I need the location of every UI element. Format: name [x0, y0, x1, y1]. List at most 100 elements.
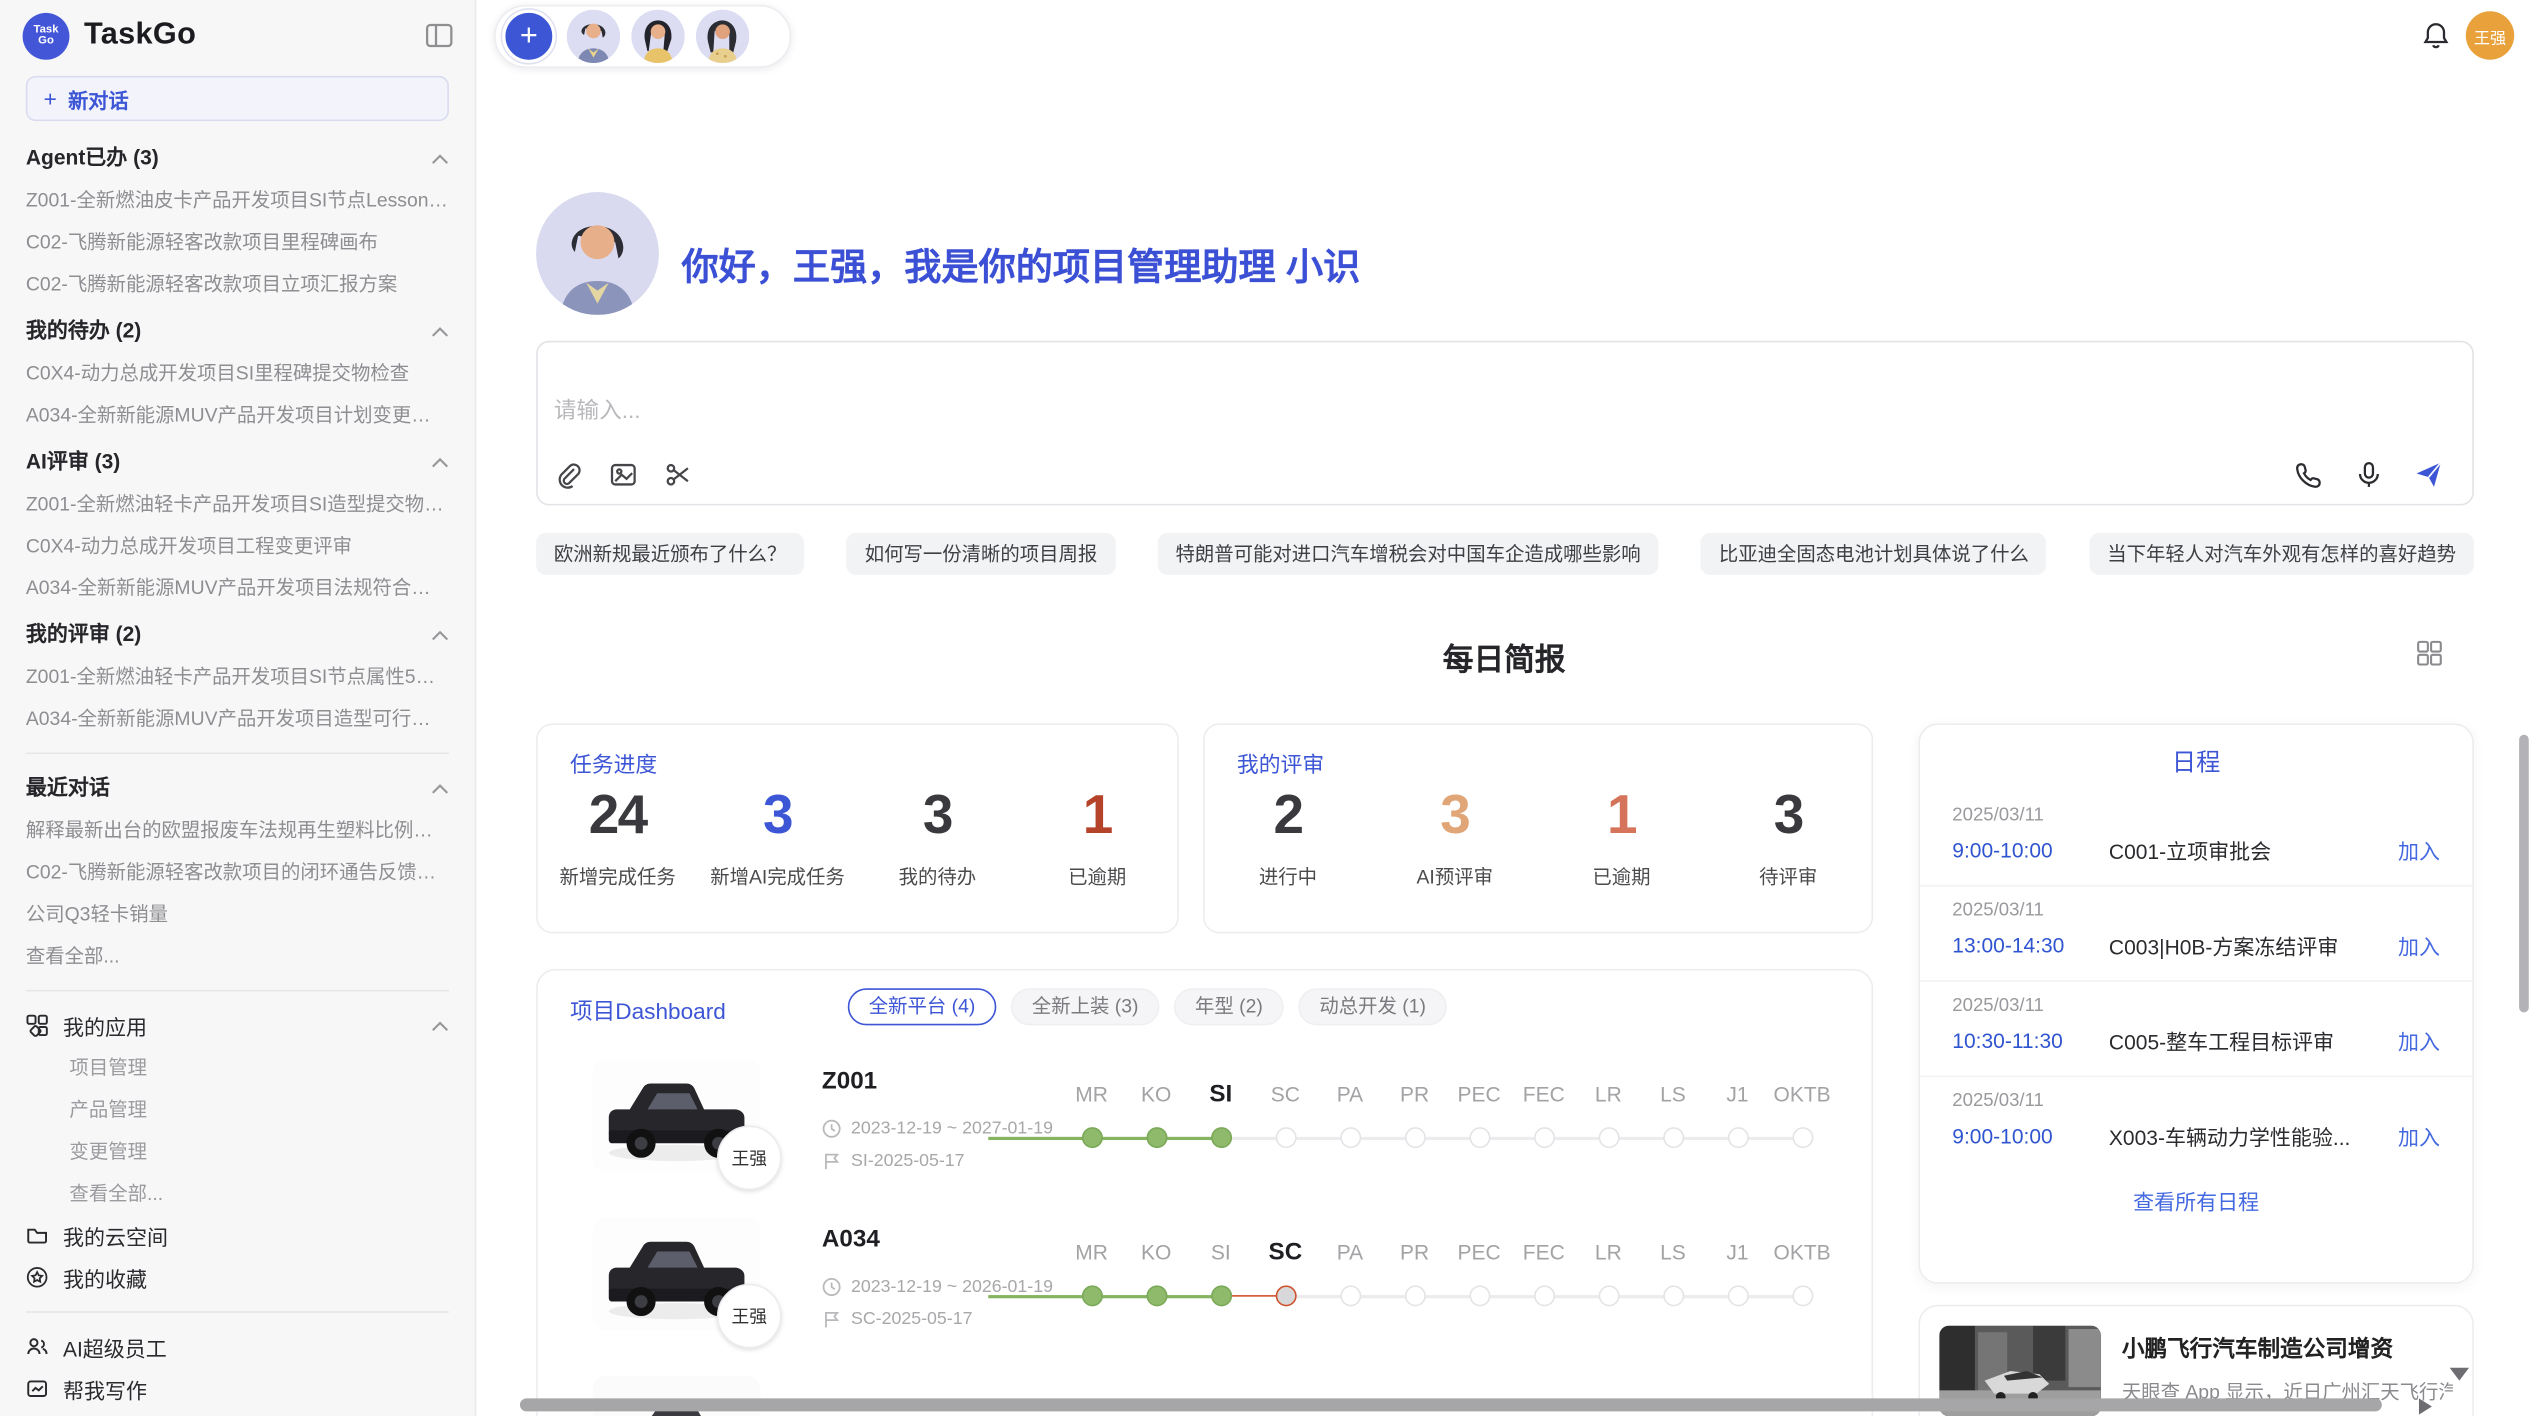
stat-label: 新增完成任务 [560, 862, 676, 889]
app-item-change-mgmt[interactable]: 变更管理 [26, 1130, 449, 1172]
section-header-agent-done[interactable]: Agent已办 (3) [26, 137, 449, 179]
apps-view-all-link[interactable]: 查看全部... [26, 1172, 449, 1214]
stat-review-overdue: 1 已逾期 [1538, 783, 1705, 890]
schedule-time: 13:00-14:30 [1952, 933, 2109, 957]
sidebar-item[interactable]: C0X4-动力总成开发项目工程变更评审 [26, 525, 449, 567]
view-all-schedule-link[interactable]: 查看所有日程 [1920, 1185, 2472, 1216]
suggestion-chip[interactable]: 欧洲新规最近颁布了什么？ [536, 533, 804, 575]
app-window: Task Go TaskGo + 新对话 Agent已办 (3) Z001-全新… [0, 0, 2532, 1416]
vertical-scrollbar-thumb[interactable] [2519, 735, 2529, 1013]
stat-value: 1 [1607, 783, 1636, 848]
logo-text-top: Task [34, 23, 59, 35]
chat-input[interactable] [554, 397, 1523, 423]
recent-view-all-link[interactable]: 查看全部... [26, 935, 449, 977]
stat-label: 已逾期 [1592, 862, 1650, 889]
attachment-icon[interactable] [554, 460, 583, 489]
sidebar-item-ai-super-staff[interactable]: AI超级员工 [26, 1326, 449, 1368]
chevron-up-icon[interactable] [431, 629, 449, 640]
notification-bell-icon[interactable] [2422, 21, 2449, 50]
image-icon[interactable] [609, 460, 638, 489]
chevron-up-icon[interactable] [431, 456, 449, 467]
sidebar-item-cloud-space[interactable]: 我的云空间 [26, 1214, 449, 1256]
horizontal-scrollbar-thumb[interactable] [520, 1398, 2382, 1411]
recent-chat-item[interactable]: 公司Q3轻卡销量 [26, 893, 449, 935]
suggestion-chip[interactable]: 当下年轻人对汽车外观有怎样的喜好趋势 [2089, 533, 2473, 575]
sidebar-item[interactable]: A034-全新新能源MUV产品开发项目计划变更表编写 [26, 394, 449, 436]
chevron-up-icon[interactable] [431, 782, 449, 793]
section-header-my-review[interactable]: 我的评审 (2) [26, 614, 449, 656]
milestone-dot [1469, 1127, 1490, 1148]
sidebar-item-my-apps[interactable]: 我的应用 [26, 1004, 449, 1046]
sidebar-collapse-icon[interactable] [425, 21, 454, 50]
stat-label: 我的待办 [899, 862, 977, 889]
sidebar-item[interactable]: A034-全新新能源MUV产品开发项目造型可行性评审 [26, 698, 449, 740]
agent-avatar-3[interactable] [696, 10, 749, 63]
join-link[interactable]: 加入 [2398, 930, 2440, 961]
chevron-up-icon[interactable] [431, 1020, 449, 1031]
layout-grid-icon[interactable] [2416, 639, 2443, 666]
suggestion-chip[interactable]: 特朗普可能对进口汽车增税会对中国车企造成哪些影响 [1158, 533, 1659, 575]
divider [26, 1311, 449, 1313]
scissors-icon[interactable] [664, 460, 693, 489]
scroll-down-arrow[interactable] [2450, 1368, 2469, 1381]
stat-pending-review: 3 待评审 [1705, 783, 1872, 890]
project-dashboard-card: 项目Dashboard 全新平台 (4) 全新上装 (3) 年型 (2) 动总开… [536, 969, 1873, 1416]
sidebar-item[interactable]: Z001-全新燃油轻卡产品开发项目SI节点属性5D文件评审 [26, 656, 449, 698]
join-link[interactable]: 加入 [2398, 1121, 2440, 1152]
new-chat-label: 新对话 [68, 83, 129, 114]
chevron-up-icon[interactable] [431, 325, 449, 336]
stat-value: 2 [1274, 783, 1303, 848]
section-header-recent-chats[interactable]: 最近对话 [26, 767, 449, 809]
add-agent-button[interactable]: + [502, 10, 555, 63]
sidebar-item[interactable]: Z001-全新燃油皮卡产品开发项目SI节点Lesson Learn报告 [26, 179, 449, 221]
sidebar-item[interactable]: Z001-全新燃油轻卡产品开发项目SI造型提交物评审 [26, 483, 449, 525]
app-item-project-mgmt[interactable]: 项目管理 [26, 1046, 449, 1088]
milestone-dot [1533, 1127, 1554, 1148]
app-item-product-mgmt[interactable]: 产品管理 [26, 1088, 449, 1130]
project-flag: SI-2025-05-17 [822, 1151, 965, 1170]
section-header-my-todo[interactable]: 我的待办 (2) [26, 310, 449, 352]
sidebar-item[interactable]: C02-飞腾新能源轻客改款项目里程碑画布 [26, 221, 449, 263]
phone-icon[interactable] [2295, 460, 2324, 489]
recent-chat-item[interactable]: 解释最新出台的欧盟报废车法规再生塑料比例被调至15%... [26, 809, 449, 851]
recent-chat-item[interactable]: C02-飞腾新能源轻客改款项目的闭环通告反馈情况 [26, 851, 449, 893]
stat-label: AI预评审 [1417, 862, 1493, 889]
sidebar-item-help-me-write[interactable]: 帮我写作 [26, 1368, 449, 1410]
filter-chip-new-platform[interactable]: 全新平台 (4) [848, 988, 997, 1025]
agent-avatar-2[interactable] [631, 10, 684, 63]
filter-chip-new-body[interactable]: 全新上装 (3) [1011, 988, 1160, 1025]
milestone-dot [1792, 1285, 1813, 1306]
schedule-date: 2025/03/11 [1952, 996, 2440, 1015]
user-avatar[interactable]: 王强 [2466, 11, 2514, 59]
project-row-z001[interactable]: 王强 Z001 2023-12-19 ~ 2027-01-19 SI-2025-… [538, 1048, 1872, 1206]
milestone-dot [1727, 1127, 1748, 1148]
sidebar-item[interactable]: C0X4-动力总成开发项目SI里程碑提交物检查 [26, 352, 449, 394]
sidebar-item-favorites[interactable]: 我的收藏 [26, 1256, 449, 1298]
schedule-entry: 2025/03/11 10:30-11:30 C005-整车工程目标评审 加入 [1920, 982, 2472, 1077]
filter-chip-year-model[interactable]: 年型 (2) [1174, 988, 1284, 1025]
join-link[interactable]: 加入 [2398, 1025, 2440, 1056]
sidebar-item[interactable]: C02-飞腾新能源轻客改款项目立项汇报方案 [26, 263, 449, 305]
scroll-right-arrow[interactable] [2419, 1398, 2432, 1414]
suggestion-chip[interactable]: 比亚迪全固态电池计划具体说了什么 [1701, 533, 2047, 575]
schedule-entry: 2025/03/11 9:00-10:00 X003-车辆动力学性能验... 加… [1920, 1077, 2472, 1171]
suggestion-chip[interactable]: 如何写一份清晰的项目周报 [847, 533, 1115, 575]
microphone-icon[interactable] [2354, 460, 2383, 489]
project-row-a034[interactable]: 王强 A034 2023-12-19 ~ 2026-01-19 SC-2025-… [538, 1206, 1872, 1364]
section-header-ai-review[interactable]: AI评审 (3) [26, 441, 449, 483]
milestone-dot [1662, 1127, 1683, 1148]
send-icon[interactable] [2414, 460, 2443, 489]
new-chat-button[interactable]: + 新对话 [26, 76, 449, 121]
agent-avatar-1[interactable] [567, 10, 620, 63]
stat-label: 已逾期 [1068, 862, 1126, 889]
join-link[interactable]: 加入 [2398, 835, 2440, 866]
milestone-dot [1339, 1127, 1360, 1148]
stat-ai-prereview: 3 AI预评审 [1371, 783, 1538, 890]
filter-chip-powertrain[interactable]: 动总开发 (1) [1298, 988, 1447, 1025]
chevron-up-icon[interactable] [431, 153, 449, 164]
milestone-dot [1598, 1127, 1619, 1148]
clock-icon [822, 1277, 841, 1296]
task-progress-card: 任务进度 24 新增完成任务 3 新增AI完成任务 3 我的待办 1 已逾期 [536, 723, 1179, 933]
sidebar-item-creative-drawing[interactable]: 创意制图 [26, 1410, 449, 1416]
sidebar-item[interactable]: A034-全新新能源MUV产品开发项目法规符合性评审 [26, 567, 449, 609]
